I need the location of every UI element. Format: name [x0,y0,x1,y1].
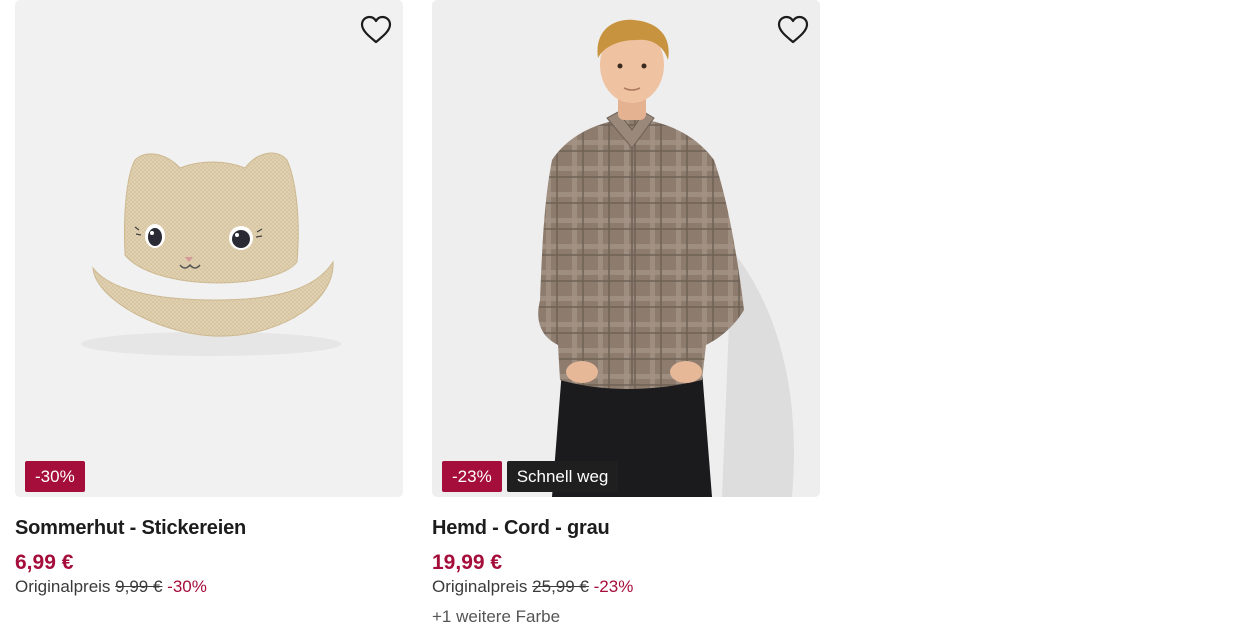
product-image[interactable]: -23% Schnell weg [432,0,820,497]
product-title[interactable]: Sommerhut - Stickereien [15,517,403,540]
discount-percent: -30% [167,577,207,596]
product-card[interactable]: -23% Schnell weg Hemd - Cord - grau 19,9… [432,0,820,627]
product-title[interactable]: Hemd - Cord - grau [432,517,820,540]
original-price-line: Originalpreis 25,99 € -23% [432,577,820,597]
product-image[interactable]: -30% [15,0,403,497]
more-colors-link[interactable]: +1 weitere Farbe [432,607,820,627]
discount-percent: -23% [593,577,634,596]
original-price-line: Originalpreis 9,99 € -30% [15,577,403,597]
original-price: 25,99 € [532,577,589,596]
current-price: 19,99 € [432,551,503,574]
discount-badge: -23% [442,461,502,492]
current-price: 6,99 € [15,551,74,574]
discount-badge: -30% [25,461,85,492]
original-price-label: Originalpreis [15,577,111,596]
quick-sale-badge: Schnell weg [506,461,619,492]
heart-outline-icon [777,15,809,44]
wishlist-button[interactable] [775,12,811,48]
original-price-label: Originalpreis [432,577,528,596]
badge-row: -30% [25,461,85,492]
model-shirt-image [538,19,794,497]
product-card[interactable]: -30% Sommerhut - Stickereien 6,99 € Orig… [15,0,403,597]
wishlist-button[interactable] [358,12,394,48]
original-price: 9,99 € [115,577,163,596]
straw-hat-image [81,152,341,356]
heart-outline-icon [360,15,392,44]
badge-row: -23% Schnell weg [442,461,619,492]
product-grid: -30% Sommerhut - Stickereien 6,99 € Orig… [0,0,1250,629]
